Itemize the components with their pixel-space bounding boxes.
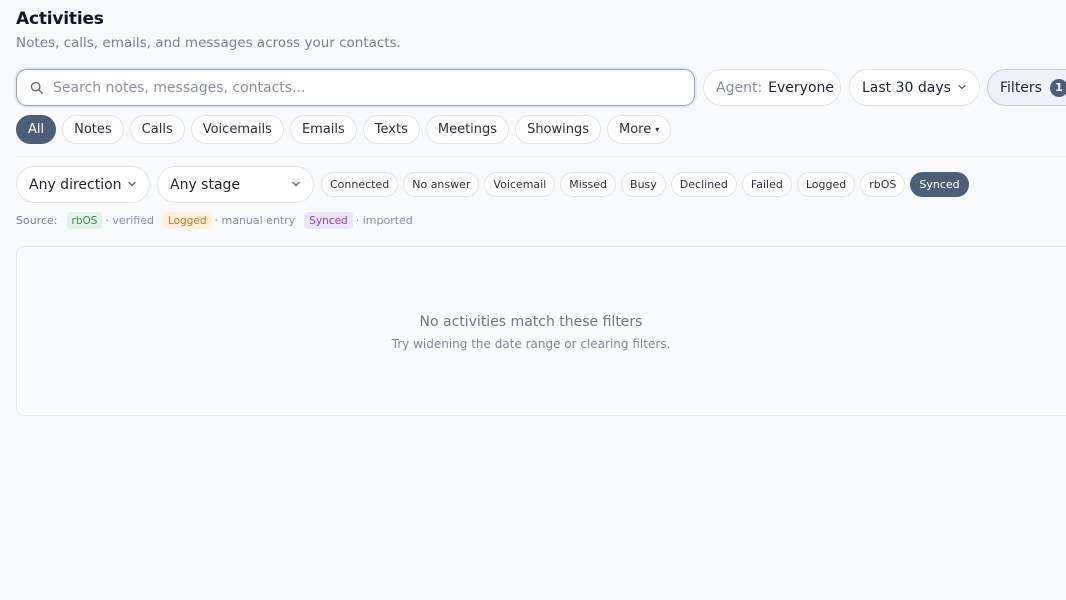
page-subtitle: Notes, calls, emails, and messages acros… xyxy=(16,35,401,51)
chip-no-answer[interactable]: No answer xyxy=(403,172,480,197)
agent-filter-button[interactable]: Agent: Everyone xyxy=(703,69,841,106)
tab-showings[interactable]: Showings xyxy=(515,115,602,144)
chevron-down-icon xyxy=(128,181,136,187)
chip-busy[interactable]: Busy xyxy=(621,172,666,197)
stage-value: Any stage xyxy=(170,176,241,193)
chip-missed[interactable]: Missed xyxy=(560,172,617,197)
chip-declined[interactable]: Declined xyxy=(670,172,737,197)
filters-count-badge: 1 xyxy=(1049,78,1066,97)
caret-down-icon: ▾ xyxy=(655,125,660,134)
tab-more-label: More xyxy=(619,122,652,137)
chip-failed[interactable]: Failed xyxy=(741,172,792,197)
chip-rbos[interactable]: rbOS xyxy=(860,172,906,197)
chip-connected[interactable]: Connected xyxy=(321,172,399,197)
direction-value: Any direction xyxy=(29,176,122,193)
date-range-value: Last 30 days xyxy=(862,79,951,96)
search-input[interactable] xyxy=(53,79,653,96)
tab-texts[interactable]: Texts xyxy=(362,115,420,144)
tab-meetings[interactable]: Meetings xyxy=(425,115,510,144)
status-chips: Connected No answer Voicemail Missed Bus… xyxy=(321,172,969,197)
search-box[interactable] xyxy=(16,69,695,106)
tab-voicemails[interactable]: Voicemails xyxy=(190,115,284,144)
chip-voicemail[interactable]: Voicemail xyxy=(484,172,556,197)
tab-emails[interactable]: Emails xyxy=(289,115,357,144)
source-tag-synced: Synced xyxy=(304,212,353,229)
direction-select[interactable]: Any direction xyxy=(16,166,150,203)
tab-notes[interactable]: Notes xyxy=(62,115,124,144)
chip-logged[interactable]: Logged xyxy=(796,172,856,197)
empty-state-title: No activities match these filters xyxy=(419,314,643,330)
date-range-select[interactable]: Last 30 days xyxy=(849,69,980,106)
tab-all[interactable]: All xyxy=(16,115,57,144)
tab-calls[interactable]: Calls xyxy=(129,115,185,144)
source-tag-rbos: rbOS xyxy=(66,212,103,229)
filters-label: Filters xyxy=(1000,79,1042,96)
empty-state-panel xyxy=(16,246,1066,416)
source-legend: Source: rbOS · verified Logged · manual … xyxy=(16,212,413,229)
empty-state-hint: Try widening the date range or clearing … xyxy=(391,337,671,351)
agent-value: Everyone xyxy=(768,79,834,96)
tab-more[interactable]: More ▾ xyxy=(607,115,672,144)
source-tag-logged: Logged xyxy=(162,212,212,229)
activity-type-tabs: All Notes Calls Voicemails Emails Texts … xyxy=(16,115,672,144)
stage-select[interactable]: Any stage xyxy=(157,166,314,203)
chevron-down-icon xyxy=(292,181,300,187)
agent-label: Agent: xyxy=(716,79,763,96)
source-desc-synced: · imported xyxy=(355,214,413,227)
divider xyxy=(16,156,1066,157)
activities-page: Activities Notes, calls, emails, and mes… xyxy=(0,0,1066,600)
legend-label: Source: xyxy=(16,214,58,227)
source-desc-rbos: · verified xyxy=(105,214,154,227)
filters-button[interactable]: Filters 1 xyxy=(987,69,1066,106)
search-icon xyxy=(30,81,43,94)
chevron-down-icon xyxy=(958,84,966,90)
chip-synced[interactable]: Synced xyxy=(910,172,969,197)
page-title: Activities xyxy=(16,9,104,29)
source-desc-logged: · manual entry xyxy=(214,214,296,227)
